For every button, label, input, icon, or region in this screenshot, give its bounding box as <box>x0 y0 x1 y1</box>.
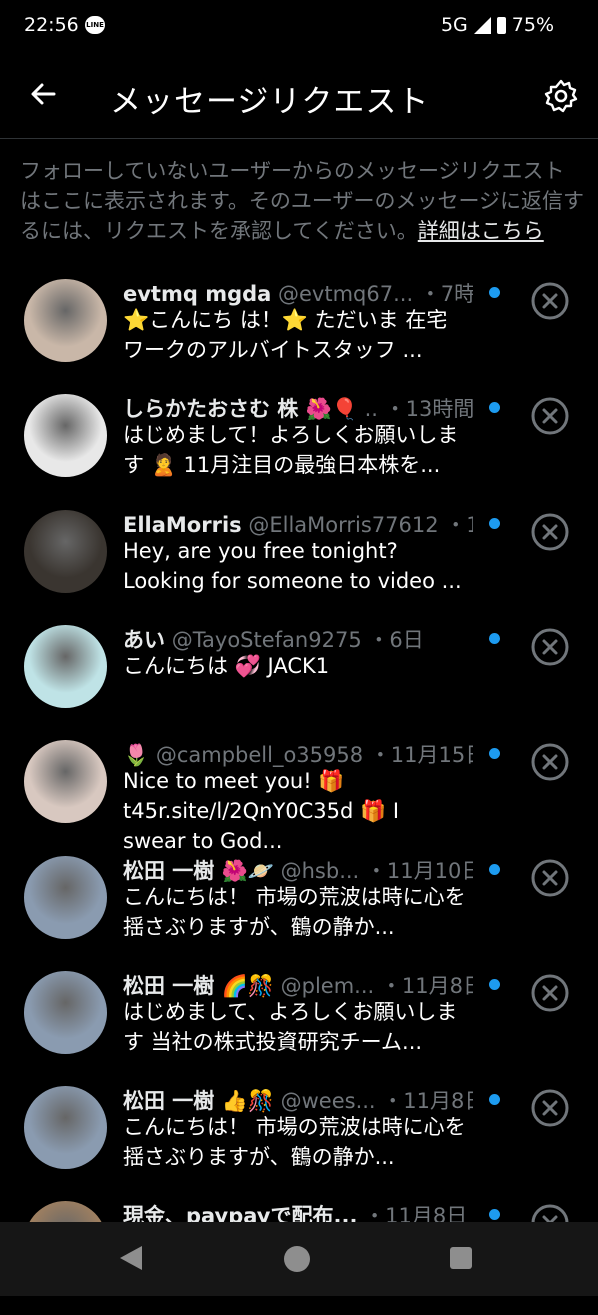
settings-gear-icon[interactable] <box>543 78 579 114</box>
page-title: メッセージリクエスト <box>110 84 430 120</box>
sender-line: あい @TayoStefan9275 ・6日 <box>123 624 473 652</box>
message-preview: こんにちは 💞 JACK1 <box>123 654 330 678</box>
dismiss-request-icon[interactable] <box>530 973 570 1013</box>
signal-icon <box>473 16 491 34</box>
avatar[interactable] <box>24 510 107 593</box>
message-preview: はじめまして！よろしくお願いします 🙎 11月注目の最強日本株を... <box>123 423 459 477</box>
nav-recents-icon[interactable] <box>450 1247 472 1269</box>
unread-dot-icon <box>489 1094 500 1105</box>
sender-handle: @TayoStefan9275 <box>171 628 362 652</box>
request-row[interactable]: 松田 一樹 👍🎊 @wees... ・11月8日こんにちは！ 市場の荒波は時に心… <box>0 1085 598 1200</box>
message-time: ・7時間 <box>419 282 473 306</box>
avatar[interactable] <box>24 740 107 823</box>
dismiss-request-icon[interactable] <box>530 512 570 552</box>
dismiss-request-icon[interactable] <box>530 396 570 436</box>
message-time: ・11月8日 <box>380 974 473 998</box>
nav-back-icon[interactable] <box>120 1246 142 1270</box>
message-preview: こんにちは！ 市場の荒波は時に心を揺さぶりますが、鶴の静か... <box>123 885 466 939</box>
status-time: 22:56 <box>24 14 79 36</box>
message-preview: Nice to meet you! 🎁t45r.site/l/2QnY0C35d… <box>123 769 400 853</box>
avatar[interactable] <box>24 856 107 939</box>
app-bar: メッセージリクエスト <box>0 52 598 139</box>
message-preview: Hey, are you free tonight? Looking for s… <box>123 539 462 593</box>
network-label: 5G <box>440 14 468 36</box>
sender-handle: @EllaMorris77612 <box>248 513 439 537</box>
avatar[interactable] <box>24 971 107 1054</box>
message-time: ・11月8日 <box>382 1089 473 1113</box>
nav-home-icon[interactable] <box>284 1246 310 1272</box>
avatar[interactable] <box>24 394 107 477</box>
sender-name: あい <box>123 628 165 652</box>
sender-name: 🌷 <box>123 743 150 767</box>
dismiss-request-icon[interactable] <box>530 627 570 667</box>
requests-description: フォローしていないユーザーからのメッセージリクエストはここに表示されます。そのユ… <box>20 156 585 246</box>
request-row[interactable]: evtmq mgda @evtmq67... ・7時間⭐こんにち は！⭐ ただい… <box>0 278 598 393</box>
sender-handle: @plem... <box>280 974 375 998</box>
avatar[interactable] <box>24 1086 107 1169</box>
dismiss-request-icon[interactable] <box>530 1088 570 1128</box>
sender-name: しらかたおさむ 株 🌺🎈 <box>123 397 358 421</box>
sender-handle: .. <box>364 397 378 421</box>
avatar[interactable] <box>24 279 107 362</box>
message-preview: ⭐こんにち は！⭐ ただいま 在宅ワークのアルバイトスタッフ ... <box>123 308 448 362</box>
battery-level: 75% <box>511 14 554 36</box>
sender-handle: @hsb... <box>280 859 360 883</box>
message-preview: はじめまして、よろしくお願いします 当社の株式投資研究チーム... <box>123 1000 458 1054</box>
sender-line: 松田 一樹 🌈🎊 @plem... ・11月8日 <box>123 970 473 998</box>
sender-line: 🌷 @campbell_o35958 ・11月15日 <box>123 739 473 767</box>
message-time: ・13時間 <box>384 397 473 421</box>
sender-handle: @evtmq67... <box>278 282 414 306</box>
dismiss-request-icon[interactable] <box>530 858 570 898</box>
sender-name: 松田 一樹 👍🎊 <box>123 1089 274 1113</box>
sender-line: しらかたおさむ 株 🌺🎈 .. ・13時間 <box>123 393 473 421</box>
system-nav-bar <box>0 1222 598 1296</box>
message-time: ・1日 <box>445 513 473 537</box>
back-arrow-icon[interactable] <box>26 76 62 112</box>
sender-line: 松田 一樹 🌺🪐 @hsb... ・11月10日 <box>123 855 473 883</box>
dismiss-request-icon[interactable] <box>530 742 570 782</box>
message-time: ・11月15日 <box>369 743 473 767</box>
message-time: ・6日 <box>368 628 424 652</box>
sender-handle: @wees... <box>280 1089 376 1113</box>
unread-dot-icon <box>489 1209 500 1220</box>
request-row[interactable]: EllaMorris @EllaMorris77612 ・1日Hey, are … <box>0 509 598 624</box>
unread-dot-icon <box>489 979 500 990</box>
status-bar: 22:56 LINE 5G 75% <box>0 0 598 52</box>
sender-name: evtmq mgda <box>123 282 272 306</box>
request-row[interactable]: 🌷 @campbell_o35958 ・11月15日Nice to meet y… <box>0 739 598 854</box>
message-time: ・11月10日 <box>365 859 473 883</box>
unread-dot-icon <box>489 633 500 644</box>
line-notification-icon: LINE <box>85 16 105 34</box>
battery-icon <box>496 16 506 34</box>
sender-handle: @campbell_o35958 <box>155 743 364 767</box>
request-row[interactable]: 松田 一樹 🌺🪐 @hsb... ・11月10日 こんにちは！ 市場の荒波は時に心… <box>0 855 598 970</box>
unread-dot-icon <box>489 518 500 529</box>
message-preview: こんにちは！ 市場の荒波は時に心を揺さぶりますが、鶴の静か... <box>123 1115 466 1169</box>
unread-dot-icon <box>489 402 500 413</box>
request-row[interactable]: 松田 一樹 🌈🎊 @plem... ・11月8日はじめまして、よろしくお願いしま… <box>0 970 598 1085</box>
avatar[interactable] <box>24 625 107 708</box>
unread-dot-icon <box>489 287 500 298</box>
sender-line: 松田 一樹 👍🎊 @wees... ・11月8日 <box>123 1085 473 1113</box>
sender-line: evtmq mgda @evtmq67... ・7時間 <box>123 278 473 306</box>
request-row[interactable]: しらかたおさむ 株 🌺🎈 .. ・13時間 はじめまして！よろしくお願いします 🙎… <box>0 393 598 508</box>
learn-more-link[interactable]: 詳細はこちら <box>418 219 544 243</box>
dismiss-request-icon[interactable] <box>530 281 570 321</box>
unread-dot-icon <box>489 864 500 875</box>
sender-name: EllaMorris <box>123 513 242 537</box>
sender-name: 松田 一樹 🌺🪐 <box>123 859 274 883</box>
sender-line: EllaMorris @EllaMorris77612 ・1日 <box>123 509 473 537</box>
unread-dot-icon <box>489 748 500 759</box>
request-row[interactable]: あい @TayoStefan9275 ・6日 こんにちは 💞 JACK1 <box>0 624 598 739</box>
sender-name: 松田 一樹 🌈🎊 <box>123 974 274 998</box>
status-right: 5G 75% <box>441 14 554 36</box>
